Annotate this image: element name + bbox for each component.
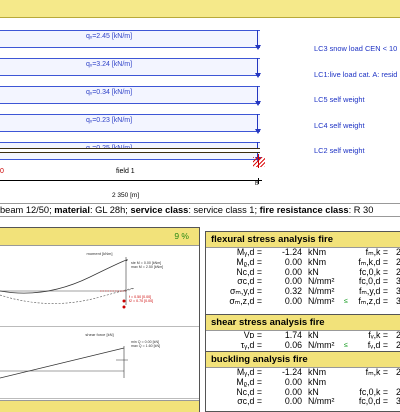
moment-deflection-legend: f = 0.50 [0.00] f2 = 0.70 [0.00] (129, 295, 153, 304)
symbol: σₘ,z,d = (229, 295, 262, 306)
load-case-label[interactable]: LC3 snow load CEN < 10 (314, 44, 397, 53)
load-case-label[interactable]: LC4 self weight (314, 121, 365, 130)
moment-curve (0, 257, 134, 309)
utilization-header: 9 % (0, 228, 199, 246)
support-icon (253, 154, 265, 168)
symbol: σᴄ,d = (237, 396, 262, 407)
buckling-title: buckling analysis fire (206, 352, 400, 368)
limit-value: 2 (396, 340, 400, 351)
field-label: field 1 (116, 168, 135, 175)
load-case-label[interactable]: LC1:live load cat. A: resid (314, 70, 397, 79)
flexural-stress-panel: flexural stress analysis fire Mᵧ,d = -1.2… (205, 231, 400, 315)
load-arrow-icon (255, 114, 261, 135)
value: 0.00 (284, 295, 302, 306)
load-case-label[interactable]: LC5 self weight (314, 95, 365, 104)
result-row: Mᵧ,d =-1.24kNmfₘ,k =28 (206, 367, 400, 378)
symbol: τᵧ,d = (240, 339, 262, 350)
beam-element[interactable] (0, 148, 260, 153)
value: 0.00 (284, 396, 302, 407)
load-arrow-icon (255, 86, 261, 107)
shear-stress-title: shear stress analysis fire (206, 315, 400, 331)
moment-diagram[interactable]: moment [kNm] ste M = 0.00 [kNm] max M = … (0, 247, 199, 327)
load-value: qₓ=2.45 [kN/m] (86, 33, 133, 40)
beam-design-screen: qₓ=2.45 [kN/m] qₓ=3.24 [kN/m] qₓ=0.34 [k… (0, 0, 400, 412)
limit-symbol: fᴄ,0,d = (358, 396, 388, 407)
unit: N/mm² (308, 295, 335, 306)
beam-section: beam 12/50; (0, 205, 55, 215)
load-case-label[interactable]: LC2 self weight (314, 146, 365, 155)
load-row[interactable]: qₓ=0.34 [kN/m] (0, 86, 262, 107)
load-arrow-icon (255, 58, 261, 79)
moment-legend: ste M = 0.00 [kNm] max M = 2.50 [kNm] (131, 261, 163, 270)
load-value: qₓ=3.24 [kN/m] (86, 61, 133, 68)
load-row[interactable]: qₓ=3.24 [kN/m] (0, 58, 262, 79)
fire-class-value: : R 30 (348, 205, 374, 215)
load-row[interactable]: qₓ=2.45 [kN/m] (0, 30, 262, 51)
load-row[interactable]: qₓ=0.23 [kN/m] (0, 114, 262, 135)
check-mark-icon: ≤ (344, 341, 348, 349)
load-value: qₓ=0.23 [kN/m] (86, 117, 133, 124)
service-class-value: : service class 1; (188, 205, 260, 215)
load-value: qₓ=0.34 [kN/m] (86, 89, 133, 96)
unit: N/mm² (308, 339, 335, 350)
result-row: σᴄ,d = 0.00 N/mm² fᴄ,0,d = 32 (206, 397, 400, 407)
fire-class-label: fire resistance class (259, 205, 349, 215)
shear-legend-line: max Q = 1.60 [kN] (131, 344, 161, 349)
moment-legend-line: max M = 2.50 [kNm] (131, 265, 164, 270)
load-arrow-icon (255, 30, 261, 51)
unit: N/mm² (308, 396, 335, 407)
limit-symbol: fᵥ,d = (367, 339, 388, 350)
internal-forces-panel: 9 % moment [kNm] ste M = 0.00 [kNm] max … (0, 227, 200, 412)
limit-value: 35 (396, 296, 400, 307)
shear-legend: min Q = 0.00 [kN] max Q = 1.60 [kN] (131, 340, 160, 349)
limit-symbol: fₘ,k = (365, 367, 388, 377)
header-strip (0, 0, 400, 18)
dimension-line (0, 180, 262, 181)
service-class-label: service class (130, 205, 189, 215)
flexural-stress-title: flexural stress analysis fire (206, 232, 400, 248)
result-row: τᵧ,d = 0.06 N/mm² fᵥ,d = 2 ≤ (206, 339, 400, 351)
section-info-line: beam 12/50; material: GL 28h; service cl… (0, 203, 400, 217)
load-diagram: qₓ=2.45 [kN/m] qₓ=3.24 [kN/m] qₓ=0.34 [k… (0, 30, 400, 178)
shear-stress-panel: shear stress analysis fire Vᴅ = 1.74 kN fᵥ,… (205, 314, 400, 352)
buckling-panel: buckling analysis fire Mᵧ,d = -1.24 kNm fₘ,… (205, 351, 400, 412)
support-label: B (255, 181, 259, 187)
value: 0.06 (284, 339, 302, 350)
span-dimension: 2 350 [m] (112, 192, 140, 199)
shear-curve (0, 346, 128, 379)
material-label: material (54, 205, 90, 215)
check-mark-icon: ≤ (344, 297, 348, 305)
utilization-percent: 9 % (174, 231, 189, 241)
limit-value: 28 (396, 367, 400, 378)
result-row: σₘ,z,d = 0.00 N/mm² fₘ,z,d = 35 ≤ (206, 295, 400, 307)
next-panel-header (0, 400, 199, 412)
deflection-legend-line: f2 = 0.70 [0.00] (129, 299, 154, 304)
left-support-mark: 0 (0, 168, 4, 175)
shear-diagram[interactable]: shear force [kN] min Q = 0.00 [kN] max Q… (0, 328, 199, 399)
limit-value: 32 (396, 397, 400, 407)
material-value: : GL 28h; (89, 205, 131, 215)
limit-symbol: fₘ,z,d = (358, 295, 388, 306)
